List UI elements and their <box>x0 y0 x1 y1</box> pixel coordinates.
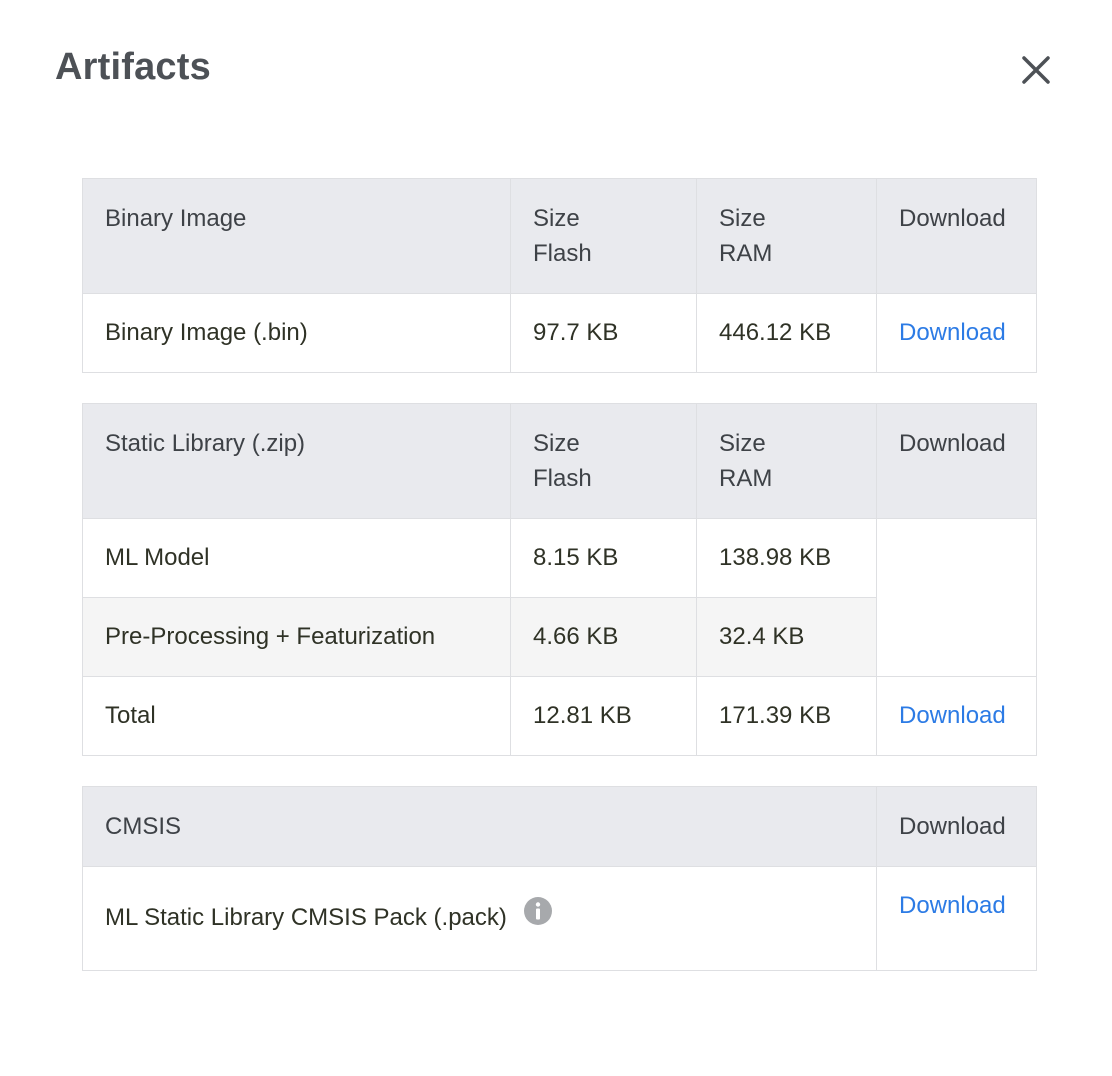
size-ram-value: 32.4 KB <box>696 597 877 677</box>
table-header-row: CMSIS Download <box>82 786 1037 867</box>
cmsis-table: CMSIS Download ML Static Library CMSIS P… <box>82 786 1037 971</box>
size-ram-value: 171.39 KB <box>696 676 877 756</box>
size-flash-value: 12.81 KB <box>510 676 697 756</box>
column-header-size-ram: Size RAM <box>696 178 877 294</box>
table-header-row: Static Library (.zip) Size Flash Size RAM … <box>82 403 1037 519</box>
artifact-name: Total <box>82 676 511 756</box>
info-icon[interactable] <box>523 896 553 936</box>
download-binary-link[interactable]: Download <box>899 319 1006 346</box>
column-header-size-flash: Size Flash <box>510 403 697 519</box>
column-header-download: Download <box>876 178 1037 294</box>
column-header-static-library: Static Library (.zip) <box>82 403 511 519</box>
column-header-size-ram: Size RAM <box>696 403 877 519</box>
modal-title: Artifacts <box>55 46 211 88</box>
download-cell: Download <box>876 293 1037 373</box>
table-row: Binary Image (.bin) 97.7 KB 446.12 KB Do… <box>82 293 1037 373</box>
column-header-size-flash: Size Flash <box>510 178 697 294</box>
size-ram-value: 138.98 KB <box>696 518 877 598</box>
download-static-library-link[interactable]: Download <box>899 702 1006 729</box>
size-ram-value: 446.12 KB <box>696 293 877 373</box>
artifact-name: Binary Image (.bin) <box>82 293 511 373</box>
table-row: Total 12.81 KB 171.39 KB Download <box>82 676 1037 756</box>
size-flash-value: 97.7 KB <box>510 293 697 373</box>
artifact-name: ML Model <box>82 518 511 598</box>
artifact-name: Pre-Processing + Featurization <box>82 597 511 677</box>
binary-image-table: Binary Image Size Flash Size RAM Download … <box>82 178 1037 373</box>
close-button[interactable] <box>1014 48 1058 92</box>
close-icon <box>1014 48 1058 92</box>
artifacts-modal: Artifacts Binary Image Size Flash Size RAM… <box>0 0 1112 1076</box>
column-header-download: Download <box>876 403 1037 519</box>
column-header-binary-image: Binary Image <box>82 178 511 294</box>
size-flash-value: 4.66 KB <box>510 597 697 677</box>
table-header-row: Binary Image Size Flash Size RAM Download <box>82 178 1037 294</box>
column-header-download: Download <box>876 786 1037 867</box>
empty-download-cell <box>876 518 1037 677</box>
download-cmsis-pack-link[interactable]: Download <box>899 892 1006 919</box>
table-row: ML Static Library CMSIS Pack (.pack) Dow… <box>82 866 1037 971</box>
table-row: ML Model 8.15 KB 138.98 KB <box>82 518 1037 677</box>
artifact-name: ML Static Library CMSIS Pack (.pack) <box>105 904 507 931</box>
download-cell: Download <box>876 676 1037 756</box>
artifact-tables: Binary Image Size Flash Size RAM Download … <box>82 178 1037 1001</box>
artifact-name-cell: ML Static Library CMSIS Pack (.pack) <box>82 866 877 971</box>
download-cell: Download <box>876 866 1037 971</box>
size-flash-value: 8.15 KB <box>510 518 697 598</box>
column-header-cmsis: CMSIS <box>82 786 877 867</box>
static-library-table: Static Library (.zip) Size Flash Size RAM … <box>82 403 1037 756</box>
